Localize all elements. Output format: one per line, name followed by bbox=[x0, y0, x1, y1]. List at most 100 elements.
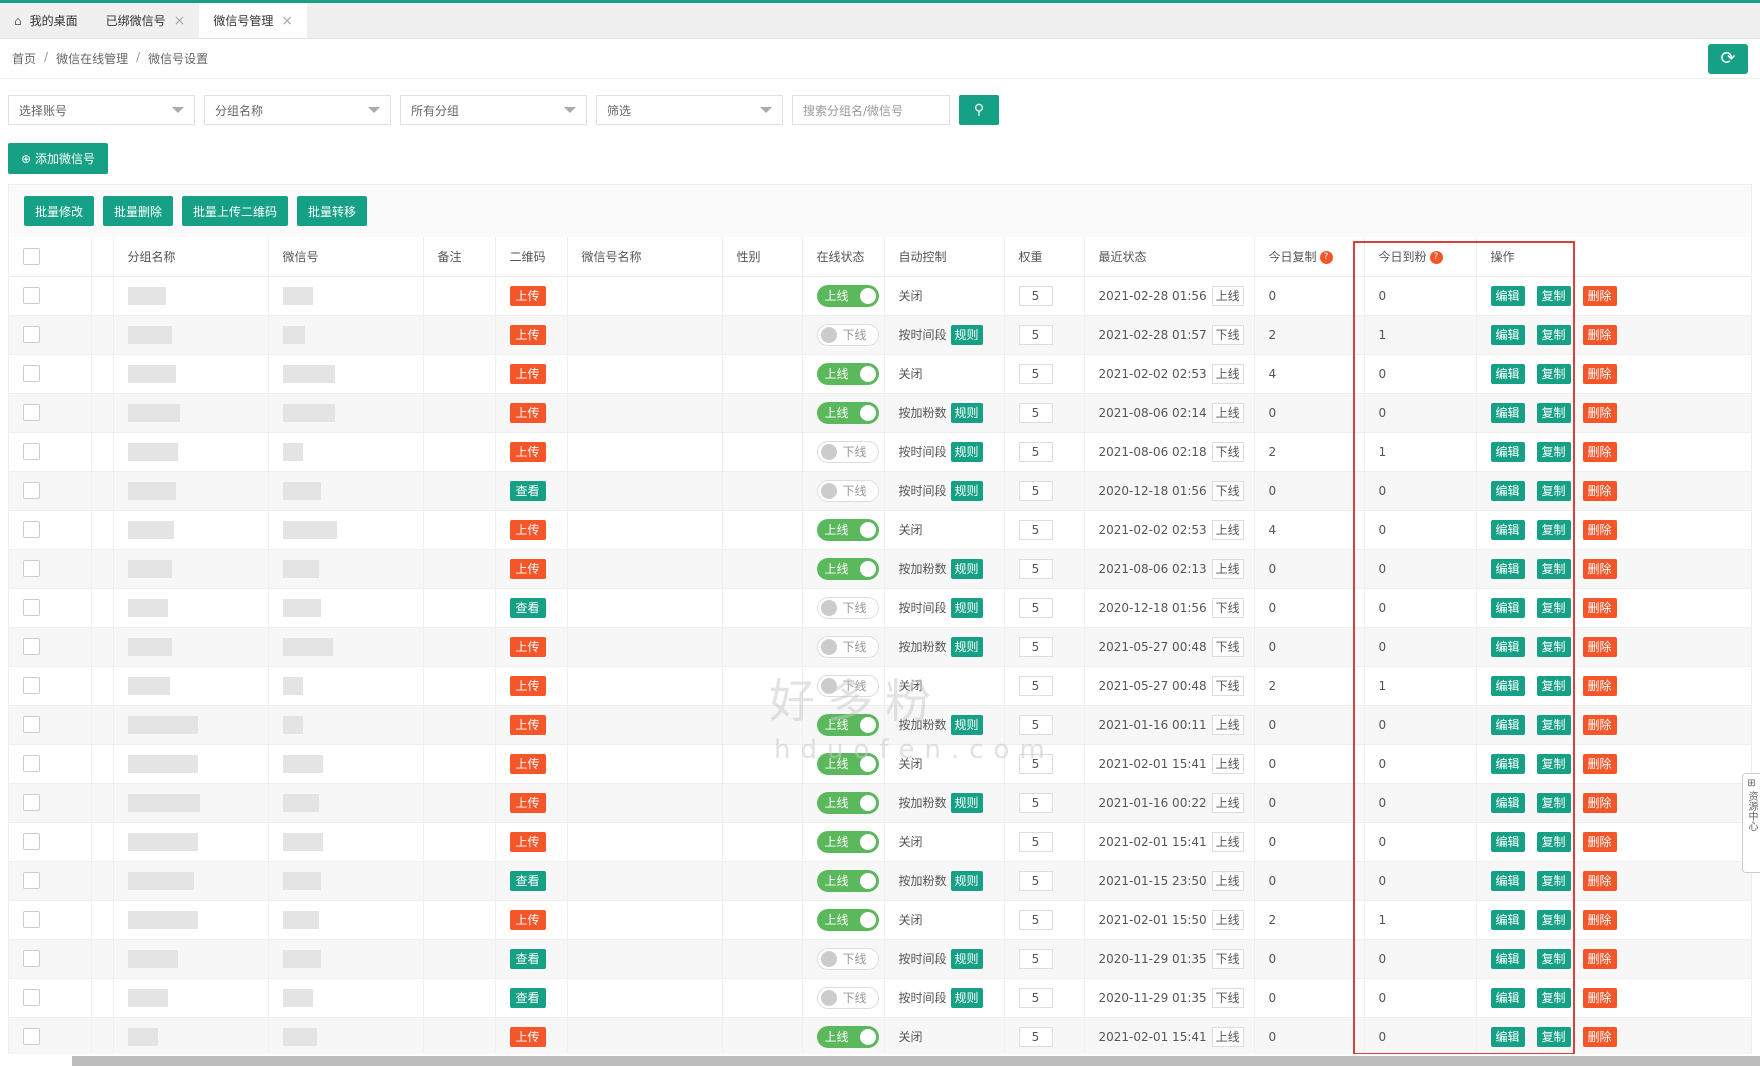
close-icon[interactable]: × bbox=[281, 13, 293, 29]
upload-qr-button[interactable]: 上传 bbox=[509, 285, 546, 306]
row-checkbox[interactable] bbox=[23, 677, 40, 694]
rule-button[interactable]: 规则 bbox=[950, 948, 983, 969]
copy-button[interactable]: 复制 bbox=[1536, 402, 1571, 423]
edit-button[interactable]: 编辑 bbox=[1490, 675, 1525, 696]
delete-button[interactable]: 删除 bbox=[1582, 597, 1617, 618]
help-icon[interactable]: ? bbox=[1319, 250, 1333, 264]
weight-input[interactable]: 5 bbox=[1018, 597, 1053, 618]
batch-delete-button[interactable]: 批量删除 bbox=[103, 196, 174, 226]
upload-qr-button[interactable]: 上传 bbox=[509, 909, 546, 930]
rule-button[interactable]: 规则 bbox=[950, 987, 983, 1008]
weight-input[interactable]: 5 bbox=[1018, 558, 1053, 579]
upload-qr-button[interactable]: 上传 bbox=[509, 831, 546, 852]
upload-qr-button[interactable]: 上传 bbox=[509, 714, 546, 735]
rule-button[interactable]: 规则 bbox=[950, 597, 983, 618]
edit-button[interactable]: 编辑 bbox=[1490, 363, 1525, 384]
delete-button[interactable]: 删除 bbox=[1582, 909, 1617, 930]
edit-button[interactable]: 编辑 bbox=[1490, 987, 1525, 1008]
weight-input[interactable]: 5 bbox=[1018, 909, 1053, 930]
weight-input[interactable]: 5 bbox=[1018, 480, 1053, 501]
upload-qr-button[interactable]: 上传 bbox=[509, 675, 546, 696]
edit-button[interactable]: 编辑 bbox=[1490, 441, 1525, 462]
copy-button[interactable]: 复制 bbox=[1536, 675, 1571, 696]
view-qr-button[interactable]: 查看 bbox=[509, 480, 546, 501]
online-toggle[interactable]: 上线 bbox=[816, 791, 879, 814]
weight-input[interactable]: 5 bbox=[1018, 831, 1053, 852]
row-checkbox[interactable] bbox=[23, 794, 40, 811]
rule-button[interactable]: 规则 bbox=[950, 402, 983, 423]
batch-transfer-button[interactable]: 批量转移 bbox=[297, 196, 368, 226]
row-checkbox[interactable] bbox=[23, 365, 40, 382]
row-checkbox[interactable] bbox=[23, 1028, 40, 1045]
row-checkbox[interactable] bbox=[23, 287, 40, 304]
delete-button[interactable]: 删除 bbox=[1582, 402, 1617, 423]
all-groups-select[interactable]: 所有分组 bbox=[400, 95, 587, 125]
rule-button[interactable]: 规则 bbox=[950, 558, 983, 579]
delete-button[interactable]: 删除 bbox=[1582, 558, 1617, 579]
online-toggle[interactable]: 上线 bbox=[816, 908, 879, 931]
delete-button[interactable]: 删除 bbox=[1582, 1026, 1617, 1047]
edit-button[interactable]: 编辑 bbox=[1490, 753, 1525, 774]
weight-input[interactable]: 5 bbox=[1018, 870, 1053, 891]
tab-wechat-management[interactable]: 微信号管理 × bbox=[199, 3, 308, 38]
rule-button[interactable]: 规则 bbox=[950, 792, 983, 813]
row-checkbox[interactable] bbox=[23, 872, 40, 889]
online-toggle[interactable]: 上线 bbox=[816, 284, 879, 307]
edit-button[interactable]: 编辑 bbox=[1490, 324, 1525, 345]
row-checkbox[interactable] bbox=[23, 482, 40, 499]
delete-button[interactable]: 删除 bbox=[1582, 987, 1617, 1008]
edit-button[interactable]: 编辑 bbox=[1490, 831, 1525, 852]
upload-qr-button[interactable]: 上传 bbox=[509, 402, 546, 423]
group-name-select[interactable]: 分组名称 bbox=[204, 95, 391, 125]
resource-center-widget[interactable]: ⊞ 资源中心 bbox=[1742, 773, 1760, 873]
rule-button[interactable]: 规则 bbox=[950, 480, 983, 501]
online-toggle[interactable]: 下线 bbox=[816, 596, 879, 619]
weight-input[interactable]: 5 bbox=[1018, 324, 1053, 345]
view-qr-button[interactable]: 查看 bbox=[509, 948, 546, 969]
delete-button[interactable]: 删除 bbox=[1582, 441, 1617, 462]
online-toggle[interactable]: 下线 bbox=[816, 323, 879, 346]
weight-input[interactable]: 5 bbox=[1018, 441, 1053, 462]
row-checkbox[interactable] bbox=[23, 560, 40, 577]
edit-button[interactable]: 编辑 bbox=[1490, 714, 1525, 735]
copy-button[interactable]: 复制 bbox=[1536, 714, 1571, 735]
copy-button[interactable]: 复制 bbox=[1536, 1026, 1571, 1047]
view-qr-button[interactable]: 查看 bbox=[509, 597, 546, 618]
edit-button[interactable]: 编辑 bbox=[1490, 285, 1525, 306]
edit-button[interactable]: 编辑 bbox=[1490, 597, 1525, 618]
copy-button[interactable]: 复制 bbox=[1536, 285, 1571, 306]
view-qr-button[interactable]: 查看 bbox=[509, 870, 546, 891]
rule-button[interactable]: 规则 bbox=[950, 714, 983, 735]
online-toggle[interactable]: 下线 bbox=[816, 947, 879, 970]
refresh-button[interactable]: ⟳ bbox=[1708, 43, 1748, 74]
delete-button[interactable]: 删除 bbox=[1582, 714, 1617, 735]
delete-button[interactable]: 删除 bbox=[1582, 636, 1617, 657]
row-checkbox[interactable] bbox=[23, 443, 40, 460]
search-input[interactable]: 搜索分组名/微信号 bbox=[792, 95, 950, 125]
rule-button[interactable]: 规则 bbox=[950, 441, 983, 462]
rule-button[interactable]: 规则 bbox=[950, 324, 983, 345]
edit-button[interactable]: 编辑 bbox=[1490, 480, 1525, 501]
online-toggle[interactable]: 下线 bbox=[816, 479, 879, 502]
row-checkbox[interactable] bbox=[23, 404, 40, 421]
edit-button[interactable]: 编辑 bbox=[1490, 909, 1525, 930]
copy-button[interactable]: 复制 bbox=[1536, 870, 1571, 891]
copy-button[interactable]: 复制 bbox=[1536, 753, 1571, 774]
copy-button[interactable]: 复制 bbox=[1536, 597, 1571, 618]
copy-button[interactable]: 复制 bbox=[1536, 519, 1571, 540]
row-checkbox[interactable] bbox=[23, 755, 40, 772]
weight-input[interactable]: 5 bbox=[1018, 636, 1053, 657]
row-checkbox[interactable] bbox=[23, 950, 40, 967]
add-wechat-button[interactable]: ⊕ 添加微信号 bbox=[8, 143, 108, 174]
weight-input[interactable]: 5 bbox=[1018, 1026, 1053, 1047]
copy-button[interactable]: 复制 bbox=[1536, 987, 1571, 1008]
upload-qr-button[interactable]: 上传 bbox=[509, 753, 546, 774]
copy-button[interactable]: 复制 bbox=[1536, 792, 1571, 813]
online-toggle[interactable]: 下线 bbox=[816, 986, 879, 1009]
delete-button[interactable]: 删除 bbox=[1582, 519, 1617, 540]
online-toggle[interactable]: 上线 bbox=[816, 830, 879, 853]
view-qr-button[interactable]: 查看 bbox=[509, 987, 546, 1008]
delete-button[interactable]: 删除 bbox=[1582, 870, 1617, 891]
row-checkbox[interactable] bbox=[23, 326, 40, 343]
delete-button[interactable]: 删除 bbox=[1582, 831, 1617, 852]
